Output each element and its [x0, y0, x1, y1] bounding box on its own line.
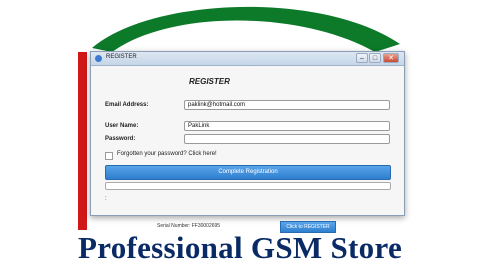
progress-bar [105, 182, 391, 190]
serial-number: Serial Number: FF30002695 [157, 223, 221, 229]
email-field[interactable]: paklink@hotmail.com [184, 100, 390, 110]
form-heading: REGISTER [189, 77, 230, 86]
password-label: Password: [105, 136, 136, 142]
forgot-password-checkbox[interactable] [105, 152, 113, 160]
forgot-password-link[interactable]: Forgotten your password? Click here! [117, 151, 217, 157]
password-field[interactable] [184, 134, 390, 144]
email-label: Email Address: [105, 102, 149, 108]
status-label: : [105, 196, 107, 202]
close-button[interactable]: ✕ [383, 53, 399, 63]
maximize-button[interactable]: □ [369, 53, 381, 63]
register-window: REGISTER – □ ✕ REGISTER Email Address: p… [90, 51, 405, 216]
window-title: REGISTER [106, 54, 137, 60]
title-bar[interactable]: REGISTER – □ ✕ [91, 52, 404, 66]
username-field[interactable]: PakLink [184, 121, 390, 131]
app-icon [95, 55, 102, 62]
minimize-button[interactable]: – [356, 53, 368, 63]
username-label: User Name: [105, 123, 139, 129]
complete-registration-button[interactable]: Complete Registration [105, 165, 391, 180]
store-banner-text: Professional GSM Store [77, 230, 403, 265]
